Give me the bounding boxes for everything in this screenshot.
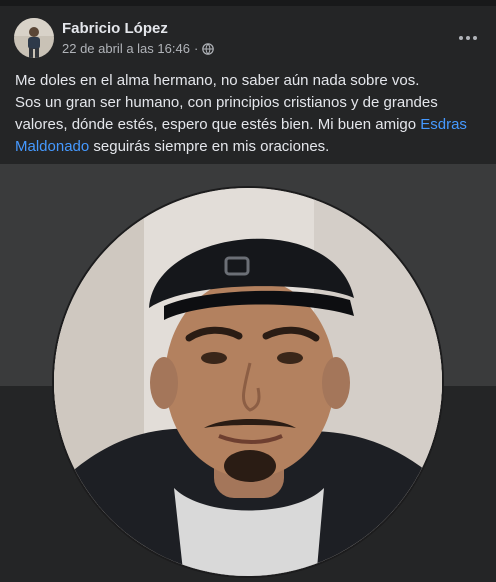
post-text-paragraph: Sos un gran ser humano, con principios c… (15, 92, 485, 158)
more-options-icon[interactable] (454, 24, 482, 52)
author-name[interactable]: Fabricio López (62, 20, 168, 37)
post-card: Fabricio López 22 de abril a las 16:46 ·… (0, 6, 496, 582)
author-avatar[interactable] (14, 18, 54, 58)
meta-separator: · (193, 41, 199, 56)
post-text-line1: Me doles en el alma hermano, no saber aú… (15, 72, 420, 89)
globe-icon[interactable] (202, 42, 215, 55)
post-photo[interactable] (0, 164, 496, 582)
post-meta: 22 de abril a las 16:46 · (62, 41, 215, 56)
post-text-after-mention: seguirás siempre en mis oraciones. (89, 138, 330, 155)
profile-photo-circle[interactable] (52, 186, 444, 578)
post-text: Me doles en el alma hermano, no saber aú… (15, 70, 485, 158)
person-portrait-image (54, 188, 442, 576)
post-header: Fabricio López 22 de abril a las 16:46 · (14, 18, 482, 62)
post-text-before-mention: Sos un gran ser humano, con principios c… (15, 94, 438, 133)
post-timestamp[interactable]: 22 de abril a las 16:46 (62, 41, 190, 56)
